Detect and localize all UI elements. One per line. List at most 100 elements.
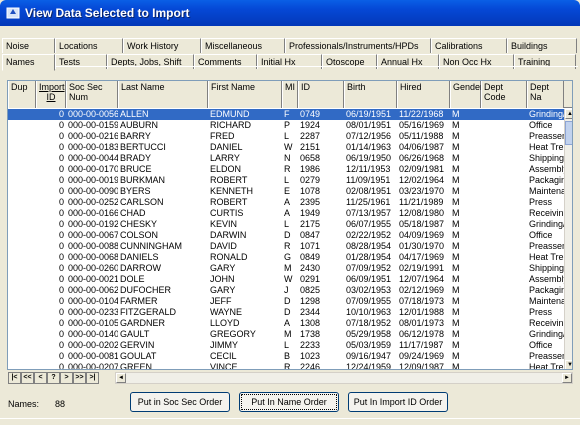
cell-id: 2287 [300, 131, 321, 141]
record-navigator: |< << <? > >> >| [8, 372, 99, 384]
table-row[interactable]: 0 000-00-0202 GERVIN JIMMY L 2233 05/03/1959 11… [8, 340, 564, 351]
cell-mi: N [284, 153, 291, 163]
nav-first-icon[interactable]: |< [8, 372, 21, 384]
scroll-left-icon[interactable]: ◄ [116, 373, 126, 383]
cell-dept: Grinding/ [529, 219, 564, 229]
table-row[interactable]: 0 000-00-0233 FITZGERALD WAYNE D 2344 10/10/19… [8, 307, 564, 318]
tab-names[interactable]: Names [2, 54, 55, 71]
cell-first: DAVID [210, 241, 237, 251]
cell-mi: R [284, 164, 291, 174]
column-header-hired[interactable]: Hired [397, 81, 450, 108]
nav-prev-page-icon[interactable]: << [21, 372, 34, 384]
cell-birth: 08/28/1954 [346, 241, 392, 251]
scroll-down-icon[interactable]: ▼ [565, 360, 572, 369]
scroll-right-icon[interactable]: ► [562, 373, 572, 383]
cell-g: M [452, 318, 460, 328]
tab-professionals-instruments-hpds[interactable]: Professionals/Instruments/HPDs [285, 38, 431, 53]
put-in-name-order-button[interactable]: Put In Name Order [239, 392, 339, 412]
nav-last-icon[interactable]: >| [86, 372, 99, 384]
table-row[interactable]: 0 000-00-0062 DUFOCHER GARY J 0825 03/02/1953 0… [8, 285, 564, 296]
cell-hired: 01/30/1970 [399, 241, 445, 251]
cell-last: ALLEN [120, 109, 149, 119]
cell-id: 0825 [300, 285, 321, 295]
cell-ssn: 000-00-0019 [68, 175, 118, 185]
cell-g: M [452, 219, 460, 229]
cell-birth: 06/19/1951 [346, 109, 392, 119]
cell-ssn: 000-00-0159 [68, 120, 118, 130]
table-row[interactable]: 0 000-00-0170 BRUCE ELDON R 1986 12/11/1953 02/… [8, 164, 564, 175]
table-row[interactable]: 0 000-00-0252 CARLSON ROBERT A 2395 11/25/1961… [8, 197, 564, 208]
nav-next-page-icon[interactable]: >> [73, 372, 86, 384]
table-row[interactable]: 0 000-00-0260 DARROW GARY M 2430 07/09/1952 02/… [8, 263, 564, 274]
cell-id: 0849 [300, 252, 321, 262]
cell-first: RONALD [210, 252, 248, 262]
cell-imp: 0 [58, 230, 64, 240]
scroll-up-icon[interactable]: ▲ [565, 109, 572, 119]
cell-mi: W [284, 274, 293, 284]
column-header-last-name[interactable]: Last Name [118, 81, 208, 108]
table-row[interactable]: 0 000-00-0044 BRADY LARRY N 0658 06/19/1950 06/… [8, 153, 564, 164]
cell-hired: 04/17/1969 [399, 252, 445, 262]
column-header-birth[interactable]: Birth [344, 81, 397, 108]
cell-imp: 0 [58, 175, 64, 185]
tab-row-1: Noise Locations Work History Miscellaneous P… [0, 38, 580, 53]
table-row[interactable]: 0 000-00-0159 AUBURN RICHARD P 1924 08/01/1951… [8, 120, 564, 131]
vertical-scrollbar[interactable]: ▲ ▼ [564, 109, 572, 369]
horizontal-scrollbar[interactable]: ◄ ► [115, 372, 573, 384]
column-header-soc-sec-num[interactable]: Soc Sec Num [66, 81, 118, 108]
table-row[interactable]: 0 000-00-0216 BARRY FRED L 2287 07/12/1956 05/1… [8, 131, 564, 142]
table-row[interactable]: 0 000-00-0088 CUNNINGHAM DAVID R 1071 08/28/19… [8, 241, 564, 252]
table-row[interactable]: 0 000-00-0068 DANIELS RONALD G 0849 01/28/1954… [8, 252, 564, 263]
table-row[interactable]: 0 000-00-0021 DOLE JOHN W 0291 06/09/1951 12/07… [8, 274, 564, 285]
table-row[interactable]: 0 000-00-0166 CHAD CURTIS A 1949 07/13/1957 12/… [8, 208, 564, 219]
cell-imp: 0 [58, 197, 64, 207]
column-header-dup[interactable]: Dup [8, 81, 36, 108]
tab-work-history[interactable]: Work History [123, 38, 201, 53]
column-header-first-name[interactable]: First Name [208, 81, 282, 108]
table-row[interactable]: 0 000-00-0104 FARMER JEFF D 1298 07/09/1955 07/… [8, 296, 564, 307]
cell-ssn: 000-00-0068 [68, 252, 118, 262]
tab-miscellaneous[interactable]: Miscellaneous [201, 38, 285, 53]
cell-last: DANIELS [120, 252, 159, 262]
cell-first: ROBERT [210, 175, 248, 185]
title-bar[interactable]: View Data Selected to Import [0, 0, 580, 26]
tab-noise[interactable]: Noise [2, 38, 55, 53]
nav-prev-icon[interactable]: < [34, 372, 47, 384]
table-row[interactable]: 0 000-00-0081 GOULAT CECIL B 1023 09/16/1947 09… [8, 351, 564, 362]
cell-imp: 0 [58, 109, 64, 119]
nav-next-icon[interactable]: > [60, 372, 73, 384]
table-row[interactable]: 0 000-00-0192 CHESKY KEVIN L 2175 06/07/1955 05… [8, 219, 564, 230]
column-header-id[interactable]: ID [298, 81, 344, 108]
table-row[interactable]: 0 000-00-0056 ALLEN EDMUND F 0749 06/19/1951 11… [8, 109, 564, 120]
column-header-gender[interactable]: Gender [450, 81, 483, 108]
table-row[interactable]: 0 000-00-0090 BYERS KENNETH E 1078 02/08/1951 0… [8, 186, 564, 197]
column-header-import-id[interactable]: Import ID [36, 81, 66, 108]
table-row[interactable]: 0 000-00-0183 BERTUCCI DANIEL W 2151 01/14/196… [8, 142, 564, 153]
cell-id: 0847 [300, 230, 321, 240]
cell-first: LARRY [210, 153, 240, 163]
tab-calibrations[interactable]: Calibrations [431, 38, 507, 53]
scroll-thumb[interactable] [565, 121, 572, 145]
column-header-mi[interactable]: MI [282, 81, 298, 108]
put-in-import-id-order-button[interactable]: Put In Import ID Order [348, 392, 448, 412]
cell-birth: 01/14/1963 [346, 142, 392, 152]
column-header-dept-code[interactable]: Dept Code [481, 81, 527, 108]
table-row[interactable]: 0 000-00-0067 COLSON DARWIN D 0847 02/22/1952 0… [8, 230, 564, 241]
cell-g: M [452, 186, 460, 196]
cell-g: M [452, 362, 460, 370]
tab-locations[interactable]: Locations [55, 38, 123, 53]
cell-imp: 0 [58, 351, 64, 361]
table-row[interactable]: 0 000-00-0019 BURKMAN ROBERT L 0279 11/09/1951… [8, 175, 564, 186]
cell-last: BRADY [120, 153, 152, 163]
cell-hired: 04/09/1969 [399, 230, 445, 240]
nav-help-icon[interactable]: ? [47, 372, 60, 384]
cell-last: FARMER [120, 296, 158, 306]
cell-imp: 0 [58, 318, 64, 328]
column-header-dept-na[interactable]: Dept Na [527, 81, 564, 108]
table-row[interactable]: 0 000-00-0207 GREEN VINCE R 2246 12/24/1959 12/… [8, 362, 564, 370]
table-row[interactable]: 0 000-00-0140 GAULT GREGORY M 1738 05/29/1958 0… [8, 329, 564, 340]
tab-buildings[interactable]: Buildings [507, 38, 577, 53]
table-row[interactable]: 0 000-00-0105 GARDNER LLOYD A 1308 07/18/1952 0… [8, 318, 564, 329]
put-in-soc-sec-order-button[interactable]: Put in Soc Sec Order [130, 392, 230, 412]
cell-first: ROBERT [210, 197, 248, 207]
